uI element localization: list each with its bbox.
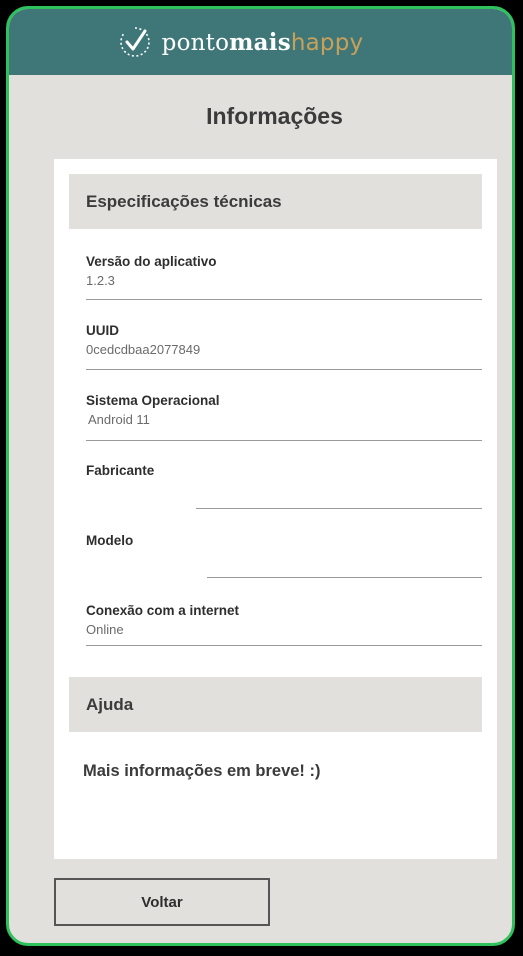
field-underline [86,645,482,646]
field-value: Android 11 [88,412,150,427]
field-value [86,551,482,568]
field-value [86,481,482,498]
brand-part-happy: happy [290,29,364,56]
field-label: UUID [86,323,119,338]
brand-logo: pontomaishappy [118,25,364,59]
field-underline [86,299,482,300]
app-header: pontomaishappy [9,9,512,75]
brand-part-mais: mais [229,28,291,56]
field-value: 0cedcdbaa2077849 [86,342,201,357]
field-uuid: UUID 0cedcdbaa2077849 [86,323,482,370]
brand-name: pontomaishappy [162,29,364,56]
device-frame: pontomaishappy Informações Especificaçõe… [6,6,515,946]
check-circle-icon [118,25,152,59]
field-model: Modelo [86,533,482,581]
field-label: Modelo [86,533,134,548]
field-manufacturer: Fabricante [86,463,482,511]
field-operating-system: Sistema Operacional Android 11 [86,393,482,441]
field-label: Fabricante [86,463,155,478]
field-app-version: Versão do aplicativo 1.2.3 [86,254,482,300]
field-underline [86,369,482,370]
field-underline [196,508,482,509]
field-underline [207,577,482,578]
brand-part-ponto: ponto [161,29,230,56]
field-label: Conexão com a internet [86,603,240,618]
field-internet-connection: Conexão com a internet Online [86,603,482,649]
field-value: 1.2.3 [86,273,115,288]
info-card: Especificações técnicas Versão do aplica… [54,159,497,859]
field-underline [86,440,482,441]
page-title: Informações [206,103,343,129]
field-label: Sistema Operacional [86,393,220,408]
field-value: Online [86,622,124,637]
help-heading: Ajuda [69,677,482,732]
help-text: Mais informações em breve! :) [83,762,321,780]
field-label: Versão do aplicativo [86,254,217,269]
back-button[interactable]: Voltar [54,878,270,926]
tech-specs-heading: Especificações técnicas [69,174,482,229]
